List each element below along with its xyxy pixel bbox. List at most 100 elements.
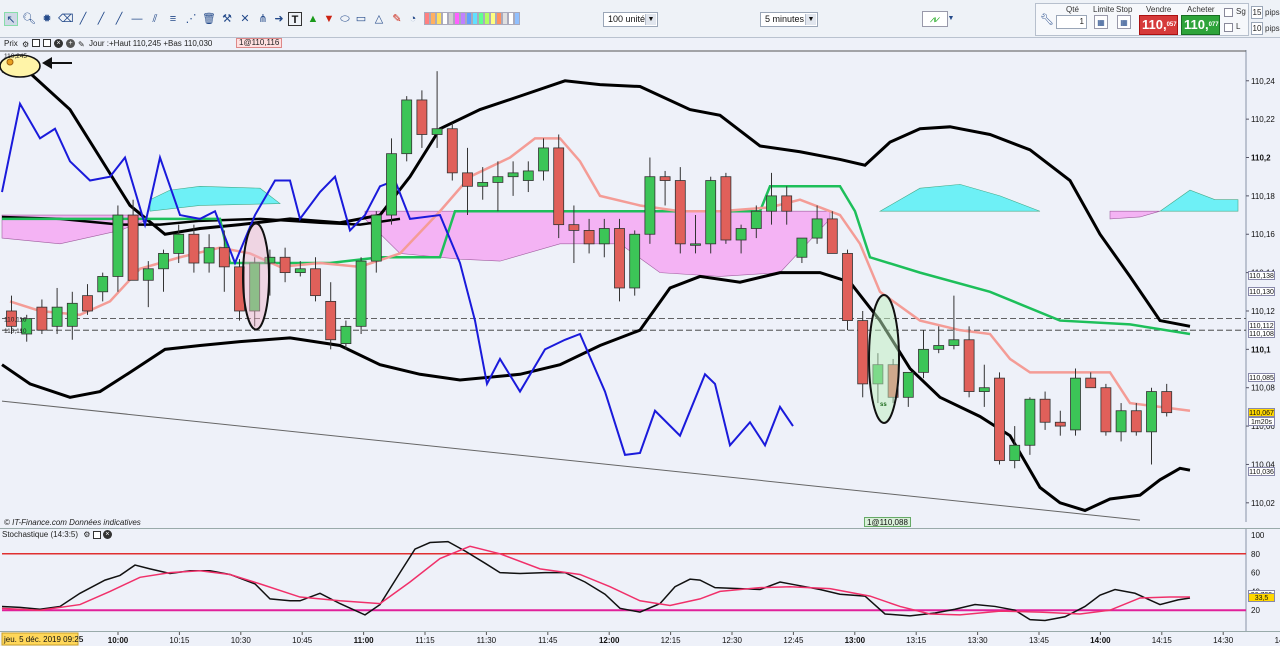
bearish-candle: [842, 253, 853, 321]
bullish-candle: [705, 180, 717, 245]
l-checkbox[interactable]: [1224, 23, 1233, 32]
triangle-icon[interactable]: △: [372, 12, 386, 26]
source-note: © IT-Finance.com Données indicatives: [4, 518, 141, 527]
settings-icon[interactable]: ⚙: [83, 530, 90, 540]
bullish-candle: [902, 371, 914, 398]
copy-icon[interactable]: [43, 39, 51, 47]
magnet-icon[interactable]: ✹: [40, 12, 54, 26]
price-chart[interactable]: 110,24110,22110,2110,18110,16110,14110,1…: [0, 38, 1280, 528]
x-tick-label: 12:45: [783, 636, 804, 645]
bullish-candle: [477, 182, 489, 187]
bullish-candle: [1146, 391, 1157, 433]
y-tick-label: 110,16: [1251, 230, 1275, 239]
color-picker-icon[interactable]: ◔: [406, 12, 420, 26]
bullish-candle: [203, 247, 215, 264]
trendline-icon[interactable]: ╱: [76, 12, 90, 26]
stochastic-tick-label: 80: [1251, 550, 1260, 559]
hammer-icon[interactable]: ⚒: [220, 12, 234, 26]
order-panel: 🔧︎ Qté 1 Limite ▦ Stop ▦ Vendre Acheter …: [1035, 3, 1249, 36]
bullish-candle: [355, 260, 367, 327]
x-tick-label: 13:00: [845, 636, 866, 645]
pointer-icon[interactable]: ↖: [4, 12, 18, 26]
chevron-down-icon[interactable]: ▼: [946, 12, 956, 26]
close-icon[interactable]: ×: [54, 39, 63, 48]
bullish-candle: [97, 276, 109, 293]
pips-input-1[interactable]: 15: [1251, 6, 1263, 19]
horizontal-line-icon[interactable]: ―: [130, 12, 144, 26]
bullish-candle: [66, 302, 78, 327]
x-tick-label: 12:30: [722, 636, 743, 645]
channel-icon[interactable]: ⫽: [148, 12, 162, 26]
color-swatch[interactable]: [514, 12, 520, 25]
sg-checkbox[interactable]: [1224, 8, 1233, 17]
bullish-candle: [811, 218, 823, 239]
sell-price-pips: 057: [1166, 22, 1177, 28]
x-tick-label: 14:00: [1090, 636, 1111, 645]
highlight-ellipse: [242, 222, 270, 331]
x-tick-label: 10:30: [231, 636, 252, 645]
segment-icon[interactable]: ╱: [112, 12, 126, 26]
zoom-icon[interactable]: 🔍︎: [22, 12, 36, 26]
rectangle-icon[interactable]: ▭: [354, 12, 368, 26]
trash-icon[interactable]: 🗑︎: [202, 12, 216, 26]
stochastic-panel[interactable]: 10080604020 Stochastique (14:3:5) ⚙ × 36…: [0, 528, 1280, 632]
x-tick-label: 13:15: [906, 636, 927, 645]
bullish-candle: [735, 228, 747, 241]
arrow-down-icon[interactable]: ▼: [322, 12, 336, 26]
add-icon[interactable]: +: [66, 39, 75, 48]
bullish-candle: [918, 348, 929, 373]
eraser-icon[interactable]: ⌫: [58, 12, 74, 26]
y-tick-label: 110,2: [1251, 154, 1271, 163]
wrench-icon[interactable]: 🔧︎: [1040, 13, 1054, 27]
limit-order-icon[interactable]: ▦: [1094, 15, 1108, 29]
stochastic-canvas[interactable]: 10080604020: [0, 529, 1280, 632]
fibonacci-icon[interactable]: ≡: [166, 12, 180, 26]
cross-icon[interactable]: ✕: [238, 12, 252, 26]
fan-icon[interactable]: ⋰: [184, 12, 198, 26]
settings-icon[interactable]: ⚙: [22, 39, 29, 50]
chevron-down-icon: ▼: [645, 14, 656, 25]
y-tick-label: 110,02: [1251, 499, 1275, 508]
y-tick-label: 110,08: [1251, 384, 1275, 393]
quantity-select[interactable]: 100 unités ▼: [603, 12, 658, 27]
text-tool-icon[interactable]: T: [288, 12, 302, 26]
chart-type-icon[interactable]: ⩘⩗: [922, 11, 948, 27]
pen-icon[interactable]: ✎: [390, 12, 404, 26]
bearish-candle: [462, 172, 473, 187]
sell-label: Vendre: [1146, 5, 1172, 14]
x-tick-label: 11:15: [415, 636, 435, 645]
y-tick-label: 110,24: [1251, 77, 1275, 86]
bullish-candle: [173, 233, 185, 254]
bullish-candle: [401, 99, 413, 155]
stochastic-header: Stochastique (14:3:5) ⚙ ×: [2, 530, 112, 541]
bearish-candle: [781, 195, 793, 212]
arrow-up-icon[interactable]: ▲: [306, 12, 320, 26]
pitchfork-icon[interactable]: ⋔: [256, 12, 270, 26]
bullish-candle: [431, 128, 443, 135]
buy-button[interactable]: 110,077: [1181, 15, 1220, 35]
ellipse-icon[interactable]: ⬭: [338, 12, 352, 26]
pips-input-2[interactable]: 10: [1251, 22, 1263, 35]
window-icon[interactable]: [32, 39, 40, 47]
window-icon[interactable]: [92, 530, 101, 539]
close-icon[interactable]: ×: [102, 530, 112, 540]
y-tick-label: 110,1: [1251, 345, 1271, 354]
arrow-right-icon[interactable]: ➜: [272, 12, 286, 26]
stochastic-plot-area: [2, 529, 1246, 632]
price-chart-canvas[interactable]: 110,24110,22110,2110,18110,16110,14110,1…: [0, 38, 1280, 528]
bearish-candle: [1085, 377, 1097, 389]
time-axis: jeu. 5 déc. 2019 09:25 5 10:00 10:15 10:30 10…: [0, 631, 1280, 646]
x-tick-label: 14:30: [1213, 636, 1234, 645]
ray-icon[interactable]: ╱: [94, 12, 108, 26]
sell-button[interactable]: 110,057: [1139, 15, 1178, 35]
x-tick-label: 10:00: [108, 636, 129, 645]
pips-label: pips: [1265, 8, 1280, 17]
qty-input[interactable]: 1: [1056, 15, 1087, 29]
interval-select[interactable]: 5 minutes ▼: [760, 12, 818, 27]
stop-order-icon[interactable]: ▦: [1117, 15, 1131, 29]
bullish-candle: [1009, 444, 1021, 462]
l-label: L: [1236, 22, 1241, 31]
x-tick-label: 13:30: [968, 636, 989, 645]
draw-icon[interactable]: ✎: [78, 39, 85, 50]
stochastic-value-label: 33,5: [1248, 592, 1275, 602]
